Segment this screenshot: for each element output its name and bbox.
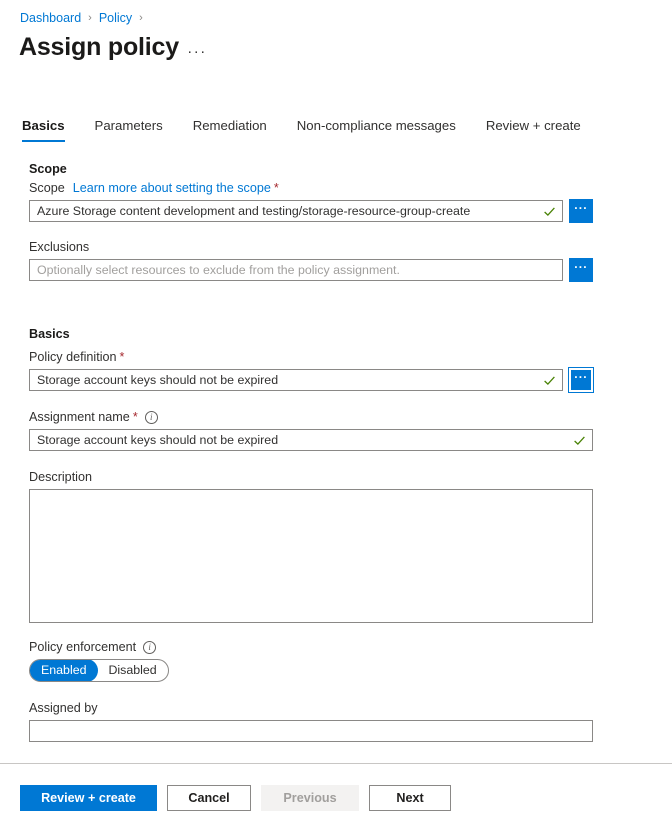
exclusions-input-placeholder: Optionally select resources to exclude f… bbox=[37, 263, 400, 277]
tab-label: Remediation bbox=[192, 118, 267, 133]
tab-parameters[interactable]: Parameters bbox=[95, 118, 163, 142]
required-marker: * bbox=[119, 350, 125, 364]
previous-button: Previous bbox=[261, 785, 359, 811]
breadcrumb-item-dashboard[interactable]: Dashboard bbox=[20, 9, 81, 27]
policy-definition-input[interactable]: Storage account keys should not be expir… bbox=[29, 369, 563, 391]
tab-remediation[interactable]: Remediation bbox=[193, 118, 267, 142]
tab-non-compliance-messages[interactable]: Non-compliance messages bbox=[297, 118, 456, 142]
policy-definition-picker-button[interactable]: ··· bbox=[568, 367, 594, 393]
learn-more-scope-link[interactable]: Learn more about setting the scope bbox=[73, 181, 271, 195]
info-icon[interactable]: i bbox=[144, 410, 158, 424]
toggle-option-enabled[interactable]: Enabled bbox=[30, 660, 98, 681]
basics-section-heading: Basics bbox=[29, 327, 70, 341]
exclusions-input-row: Optionally select resources to exclude f… bbox=[29, 258, 593, 282]
policy-enforcement-toggle[interactable]: Enabled Disabled bbox=[29, 659, 169, 682]
description-label: Description bbox=[29, 470, 92, 484]
policy-enforcement-label-text: Policy enforcement bbox=[29, 640, 137, 654]
scope-label-text: Scope bbox=[29, 181, 65, 195]
valid-check-icon bbox=[574, 435, 585, 445]
policy-definition-label-text: Policy definition bbox=[29, 350, 117, 364]
assignment-name-label-text: Assignment name bbox=[29, 410, 130, 424]
tab-label: Non-compliance messages bbox=[296, 118, 456, 133]
exclusions-label-text: Exclusions bbox=[29, 240, 90, 254]
policy-definition-value: Storage account keys should not be expir… bbox=[37, 373, 279, 387]
tab-label: Review + create bbox=[485, 118, 581, 133]
tab-bar: Basics Parameters Remediation Non-compli… bbox=[22, 118, 581, 142]
tab-review-create[interactable]: Review + create bbox=[486, 118, 581, 142]
assignment-name-label: Assignment name * i bbox=[29, 410, 158, 424]
footer-actions: Review + create Cancel Previous Next bbox=[20, 785, 461, 811]
breadcrumb: Dashboard › Policy › bbox=[20, 9, 150, 27]
required-marker: * bbox=[273, 181, 279, 195]
description-textarea[interactable] bbox=[29, 489, 593, 623]
tab-label: Parameters bbox=[94, 118, 163, 133]
description-label-text: Description bbox=[29, 470, 92, 484]
required-marker: * bbox=[132, 410, 138, 424]
assignment-name-input-row: Storage account keys should not be expir… bbox=[29, 429, 593, 451]
exclusions-picker-button[interactable]: ··· bbox=[569, 258, 593, 282]
valid-check-icon bbox=[544, 206, 555, 216]
exclusions-field-label: Exclusions bbox=[29, 240, 89, 254]
scope-field-label: Scope Learn more about setting the scope… bbox=[29, 181, 279, 195]
assignment-name-input[interactable]: Storage account keys should not be expir… bbox=[29, 429, 593, 451]
cancel-button[interactable]: Cancel bbox=[167, 785, 251, 811]
policy-definition-label: Policy definition * bbox=[29, 350, 124, 364]
more-options-icon[interactable]: ··· bbox=[186, 41, 208, 61]
page-title: Assign policy bbox=[19, 33, 179, 61]
scope-input[interactable]: Azure Storage content development and te… bbox=[29, 200, 563, 222]
toggle-option-disabled[interactable]: Disabled bbox=[97, 660, 167, 681]
scope-input-value: Azure Storage content development and te… bbox=[37, 204, 471, 218]
exclusions-input[interactable]: Optionally select resources to exclude f… bbox=[29, 259, 563, 281]
review-create-button[interactable]: Review + create bbox=[20, 785, 157, 811]
assigned-by-label-text: Assigned by bbox=[29, 701, 98, 715]
assignment-name-value: Storage account keys should not be expir… bbox=[37, 433, 279, 447]
scope-input-row: Azure Storage content development and te… bbox=[29, 199, 593, 223]
policy-enforcement-label: Policy enforcement i bbox=[29, 640, 157, 654]
info-icon[interactable]: i bbox=[143, 640, 157, 654]
breadcrumb-separator-icon: › bbox=[139, 12, 143, 24]
tab-basics[interactable]: Basics bbox=[22, 118, 65, 142]
scope-picker-button[interactable]: ··· bbox=[569, 199, 593, 223]
scope-section-heading: Scope bbox=[29, 162, 67, 176]
assigned-by-input[interactable] bbox=[29, 720, 593, 742]
tab-label: Basics bbox=[22, 118, 65, 133]
next-button[interactable]: Next bbox=[369, 785, 451, 811]
valid-check-icon bbox=[544, 375, 555, 385]
assigned-by-input-row bbox=[29, 720, 593, 742]
breadcrumb-separator-icon: › bbox=[88, 12, 92, 24]
breadcrumb-item-policy[interactable]: Policy bbox=[99, 9, 132, 27]
footer-divider bbox=[0, 763, 672, 764]
policy-definition-input-row: Storage account keys should not be expir… bbox=[29, 367, 594, 393]
assigned-by-label: Assigned by bbox=[29, 701, 98, 715]
